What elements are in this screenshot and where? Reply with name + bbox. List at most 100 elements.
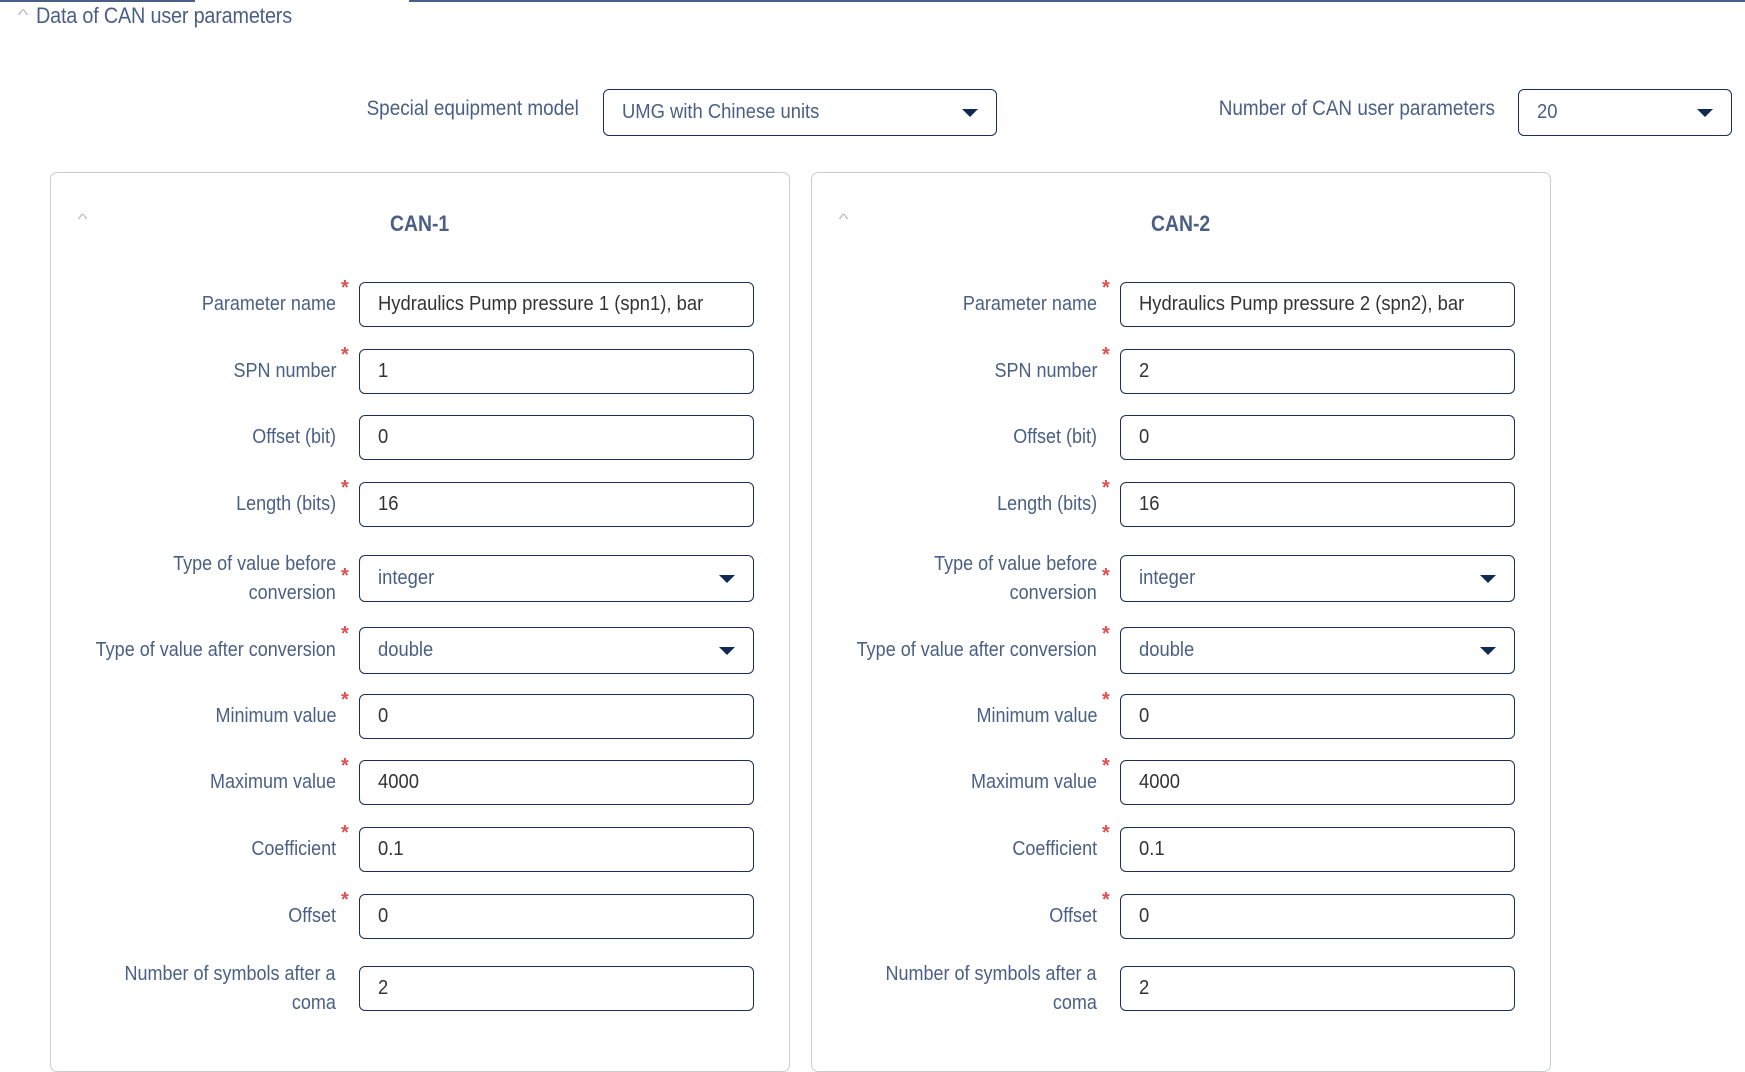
field-label-line: Type of value before <box>933 553 1097 575</box>
field-row: Parameter name * Hydraulics Pump pressure … <box>51 277 791 329</box>
field-input[interactable]: 2 <box>1120 966 1515 1011</box>
field-label-line: coma <box>1052 992 1097 1014</box>
field-value: 0 <box>378 705 389 727</box>
field-label: SPN number <box>222 357 336 386</box>
field-input[interactable]: 16 <box>1120 482 1515 527</box>
caret-down-icon <box>719 646 735 655</box>
field-row: SPN number * 2 <box>812 344 1552 396</box>
field-row: Number of symbols after a coma 2 <box>812 963 1552 1014</box>
caret-down-icon <box>719 574 735 583</box>
required-asterisk-icon: * <box>1102 623 1110 645</box>
field-row: Maximum value * 4000 <box>812 755 1552 807</box>
field-label: Type of value before conversion <box>155 550 336 608</box>
field-label: Coefficient <box>1003 835 1097 864</box>
field-label-text: SPN number <box>993 360 1097 382</box>
field-value: 0 <box>1139 905 1150 927</box>
section-title: Data of CAN user parameters <box>36 3 292 28</box>
field-input[interactable]: 0 <box>359 415 754 460</box>
field-input[interactable]: 0 <box>359 894 754 939</box>
field-label: Parameter name <box>948 290 1097 319</box>
field-label: Offset (bit) <box>243 423 336 452</box>
field-label: Length (bits) <box>986 490 1097 519</box>
field-value: 2 <box>378 977 389 999</box>
field-value: 0.1 <box>1139 838 1165 860</box>
param-count-value: 20 <box>1537 101 1558 123</box>
field-select[interactable]: double <box>1120 627 1515 674</box>
field-label-line: Number of symbols after a <box>885 963 1097 985</box>
field-input[interactable]: 16 <box>359 482 754 527</box>
field-label-text: SPN number <box>232 360 336 382</box>
field-label-text: Offset (bit) <box>252 426 336 448</box>
required-asterisk-icon: * <box>341 689 349 711</box>
top-divider-right <box>409 0 1745 2</box>
card-title: CAN-2 <box>812 211 1550 237</box>
required-asterisk-icon: * <box>1102 344 1110 366</box>
field-input[interactable]: 0.1 <box>359 827 754 872</box>
field-input[interactable]: 0 <box>1120 894 1515 939</box>
field-label-text: Length (bits) <box>996 493 1097 515</box>
field-select[interactable]: double <box>359 627 754 674</box>
field-value: 0 <box>1139 426 1150 448</box>
field-input[interactable]: 1 <box>359 349 754 394</box>
field-input[interactable]: Hydraulics Pump pressure 1 (spn1), bar <box>359 282 754 327</box>
field-select[interactable]: integer <box>1120 555 1515 602</box>
field-label-text: Length (bits) <box>235 493 336 515</box>
field-label-line: conversion <box>1009 582 1097 604</box>
caret-down-icon <box>1480 574 1496 583</box>
param-count-select[interactable]: 20 <box>1518 89 1732 136</box>
field-select[interactable]: integer <box>359 555 754 602</box>
field-label-line: Type of value before <box>172 553 336 575</box>
required-asterisk-icon: * <box>341 623 349 645</box>
field-input[interactable]: 2 <box>1120 349 1515 394</box>
field-value: Hydraulics Pump pressure 2 (spn2), bar <box>1139 293 1465 315</box>
field-label-text: Offset (bit) <box>1013 426 1097 448</box>
card-title-text: CAN-2 <box>1151 211 1211 236</box>
field-input[interactable]: 0 <box>1120 694 1515 739</box>
field-row: Offset (bit) 0 <box>812 414 1552 462</box>
required-asterisk-icon: * <box>1102 822 1110 844</box>
required-asterisk-icon: * <box>1102 565 1110 587</box>
field-row: Type of value before conversion * integer <box>51 553 791 604</box>
required-asterisk-icon: * <box>341 344 349 366</box>
field-input[interactable]: 0 <box>359 694 754 739</box>
field-row: Offset * 0 <box>812 889 1552 941</box>
field-label: Type of value before conversion <box>916 550 1097 608</box>
field-label-line: conversion <box>248 582 336 604</box>
field-input[interactable]: 2 <box>359 966 754 1011</box>
field-input[interactable]: 0.1 <box>1120 827 1515 872</box>
field-row: Type of value after conversion * double <box>51 623 791 675</box>
field-label-line: Number of symbols after a <box>124 963 336 985</box>
field-value: integer <box>1139 567 1196 589</box>
field-label-text: Minimum value <box>214 705 336 727</box>
field-value: integer <box>378 567 435 589</box>
field-value: 4000 <box>1139 771 1180 793</box>
caret-down-icon <box>1480 646 1496 655</box>
field-label: Coefficient <box>242 835 336 864</box>
required-asterisk-icon: * <box>1102 689 1110 711</box>
field-input[interactable]: Hydraulics Pump pressure 2 (spn2), bar <box>1120 282 1515 327</box>
field-label: Offset <box>283 902 336 931</box>
equipment-model-select[interactable]: UMG with Chinese units <box>603 89 997 136</box>
field-label-text: Offset <box>288 905 336 927</box>
field-row: SPN number * 1 <box>51 344 791 396</box>
field-value: 16 <box>1139 493 1160 515</box>
field-input[interactable]: 4000 <box>359 760 754 805</box>
field-label: Minimum value <box>963 702 1097 731</box>
required-asterisk-icon: * <box>341 477 349 499</box>
required-asterisk-icon: * <box>1102 277 1110 299</box>
required-asterisk-icon: * <box>341 565 349 587</box>
field-label-text: Maximum value <box>209 771 336 793</box>
field-label: Type of value after conversion <box>830 636 1097 665</box>
required-asterisk-icon: * <box>341 755 349 777</box>
field-input[interactable]: 0 <box>1120 415 1515 460</box>
field-value: 1 <box>378 360 389 382</box>
field-value: 2 <box>1139 360 1150 382</box>
field-label-text: Coefficient <box>251 838 336 860</box>
card-title-text: CAN-1 <box>390 211 450 236</box>
field-label-text: Type of value after conversion <box>856 639 1097 661</box>
field-input[interactable]: 4000 <box>1120 760 1515 805</box>
field-row: Minimum value * 0 <box>51 689 791 741</box>
required-asterisk-icon: * <box>341 822 349 844</box>
field-label: Type of value after conversion <box>69 636 336 665</box>
section-header[interactable]: ^ Data of CAN user parameters <box>10 0 320 32</box>
